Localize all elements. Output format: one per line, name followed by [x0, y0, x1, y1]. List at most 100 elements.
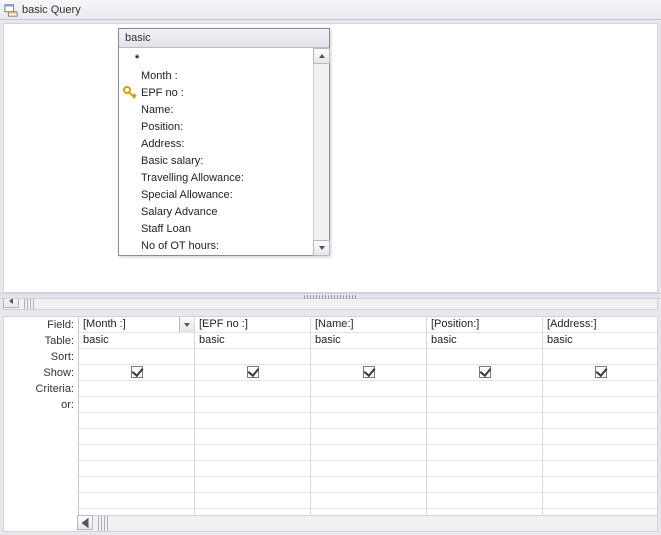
field-list-item[interactable]: Special Allowance:	[141, 187, 329, 204]
qbe-empty-cell[interactable]	[195, 461, 310, 477]
field-dropdown-button[interactable]	[179, 317, 194, 332]
scroll-left-button[interactable]	[77, 515, 93, 530]
qbe-show-cell[interactable]	[427, 365, 542, 381]
qbe-empty-cell[interactable]	[543, 445, 657, 461]
show-checkbox[interactable]	[247, 366, 259, 378]
qbe-empty-cell[interactable]	[79, 493, 194, 509]
qbe-criteria-cell[interactable]	[427, 381, 542, 397]
qbe-empty-cell[interactable]	[543, 413, 657, 429]
show-checkbox[interactable]	[131, 366, 143, 378]
field-list-item-label: Month :	[141, 70, 178, 82]
qbe-empty-cell[interactable]	[543, 461, 657, 477]
qbe-empty-cell[interactable]	[311, 477, 426, 493]
field-list-item-star[interactable]: *	[135, 51, 329, 68]
qbe-or-cell[interactable]	[311, 397, 426, 413]
qbe-sort-cell[interactable]	[311, 349, 426, 365]
qbe-empty-cell[interactable]	[427, 413, 542, 429]
qbe-empty-cell[interactable]	[543, 477, 657, 493]
field-list-item-label: Position:	[141, 121, 183, 133]
field-list-item[interactable]: Name:	[141, 102, 329, 119]
qbe-show-cell[interactable]	[543, 365, 657, 381]
scroll-down-button[interactable]	[313, 240, 330, 256]
qbe-table-cell[interactable]: basic	[79, 333, 194, 349]
qbe-field-cell[interactable]: [Name:]	[311, 317, 426, 333]
qbe-show-cell[interactable]	[311, 365, 426, 381]
qbe-table-cell[interactable]: basic	[311, 333, 426, 349]
qbe-empty-cell[interactable]	[311, 493, 426, 509]
qbe-empty-cell[interactable]	[543, 493, 657, 509]
qbe-empty-cell[interactable]	[311, 461, 426, 477]
qbe-table-cell[interactable]: basic	[427, 333, 542, 349]
qbe-field-cell[interactable]: [EPF no :]	[195, 317, 310, 333]
pane-splitter[interactable]	[0, 293, 661, 299]
qbe-table-cell[interactable]: basic	[195, 333, 310, 349]
field-list-item-label: Address:	[141, 138, 184, 150]
field-list-item[interactable]: No of OT hours:	[141, 238, 329, 255]
qbe-sort-cell[interactable]	[195, 349, 310, 365]
qbe-criteria-cell[interactable]	[311, 381, 426, 397]
qbe-empty-cell[interactable]	[195, 477, 310, 493]
qbe-show-cell[interactable]	[195, 365, 310, 381]
qbe-empty-cell[interactable]	[79, 445, 194, 461]
field-list-item[interactable]: Position:	[141, 119, 329, 136]
field-list-item-label: Travelling Allowance:	[141, 172, 244, 184]
qbe-hscroll[interactable]	[78, 515, 657, 531]
field-list-item[interactable]: Staff Loan	[141, 221, 329, 238]
field-list-title[interactable]: basic	[119, 29, 329, 48]
qbe-grid-viewport[interactable]: [Month :]basic[EPF no :]basic[Name:]basi…	[78, 317, 657, 515]
qbe-field-cell[interactable]: [Address:]	[543, 317, 657, 333]
field-list-item[interactable]: Address:	[141, 136, 329, 153]
qbe-empty-cell[interactable]	[427, 429, 542, 445]
show-checkbox[interactable]	[363, 366, 375, 378]
qbe-empty-cell[interactable]	[195, 493, 310, 509]
qbe-sort-cell[interactable]	[427, 349, 542, 365]
show-checkbox[interactable]	[479, 366, 491, 378]
field-list-item-label: Name:	[141, 104, 173, 116]
qbe-or-cell[interactable]	[543, 397, 657, 413]
qbe-criteria-cell[interactable]	[543, 381, 657, 397]
qbe-criteria-cell[interactable]	[79, 381, 194, 397]
scroll-up-button[interactable]	[313, 48, 330, 64]
qbe-empty-cell[interactable]	[543, 429, 657, 445]
qbe-empty-cell[interactable]	[79, 461, 194, 477]
qbe-field-cell[interactable]: [Month :]	[79, 317, 194, 333]
qbe-column: [Name:]basic	[311, 317, 427, 515]
field-list-item-label: Staff Loan	[141, 223, 191, 235]
qbe-or-cell[interactable]	[79, 397, 194, 413]
qbe-empty-cell[interactable]	[427, 445, 542, 461]
field-list-scrollbar[interactable]	[313, 49, 329, 255]
qbe-empty-cell[interactable]	[79, 477, 194, 493]
qbe-field-cell[interactable]: [Position:]	[427, 317, 542, 333]
qbe-empty-cell[interactable]	[195, 413, 310, 429]
field-list-item[interactable]: Salary Advance	[141, 204, 329, 221]
qbe-empty-cell[interactable]	[79, 413, 194, 429]
qbe-show-cell[interactable]	[79, 365, 194, 381]
qbe-table-cell[interactable]: basic	[543, 333, 657, 349]
show-checkbox[interactable]	[595, 366, 607, 378]
query-design-surface[interactable]: basic * Month : EPF no : Name: Position: Addr…	[3, 23, 658, 293]
qbe-row-label: Table:	[4, 333, 78, 349]
qbe-empty-cell[interactable]	[311, 413, 426, 429]
qbe-column: [Address:]basic	[543, 317, 657, 515]
qbe-sort-cell[interactable]	[543, 349, 657, 365]
field-list-item-label: Basic salary:	[141, 155, 203, 167]
field-list-item[interactable]: Month :	[141, 68, 329, 85]
field-list-box[interactable]: basic * Month : EPF no : Name: Position: Addr…	[118, 28, 330, 256]
qbe-empty-cell[interactable]	[79, 429, 194, 445]
field-list-item[interactable]: Travelling Allowance:	[141, 170, 329, 187]
primary-key-icon	[123, 86, 137, 100]
qbe-empty-cell[interactable]	[311, 429, 426, 445]
qbe-or-cell[interactable]	[427, 397, 542, 413]
field-list-item[interactable]: Basic salary:	[141, 153, 329, 170]
qbe-empty-cell[interactable]	[311, 445, 426, 461]
field-list-item[interactable]: EPF no :	[141, 85, 329, 102]
qbe-criteria-cell[interactable]	[195, 381, 310, 397]
qbe-empty-cell[interactable]	[427, 477, 542, 493]
qbe-row-label: Show:	[4, 365, 78, 381]
qbe-empty-cell[interactable]	[427, 461, 542, 477]
qbe-or-cell[interactable]	[195, 397, 310, 413]
qbe-sort-cell[interactable]	[79, 349, 194, 365]
qbe-empty-cell[interactable]	[195, 429, 310, 445]
qbe-empty-cell[interactable]	[195, 445, 310, 461]
qbe-empty-cell[interactable]	[427, 493, 542, 509]
